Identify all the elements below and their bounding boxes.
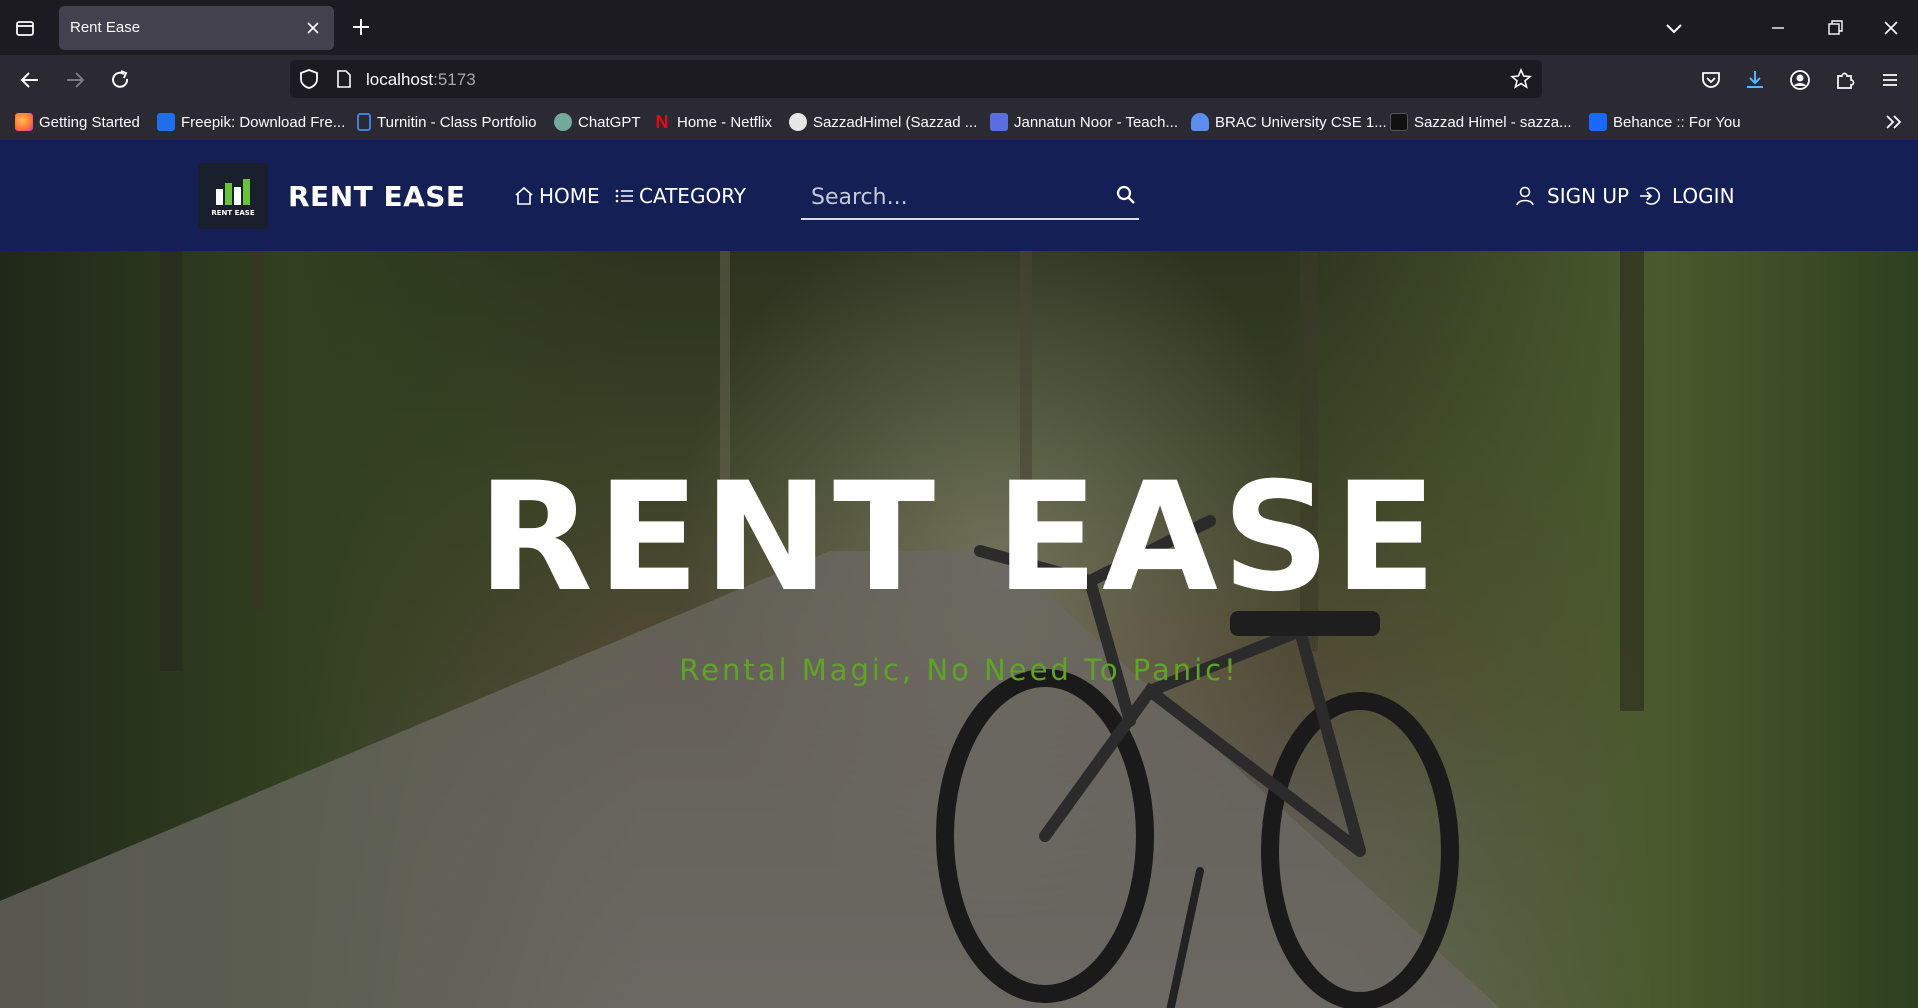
bookmark-behance[interactable]: Behance :: For You [1589, 112, 1741, 132]
bookmark-label: Home - Netflix [677, 113, 773, 131]
bookmark-label: Sazzad Himel - sazza... [1414, 113, 1572, 131]
bookmark-jannatun-noor[interactable]: Jannatun Noor - Teach... [990, 112, 1178, 132]
account-icon[interactable] [1787, 67, 1813, 93]
minimize-icon[interactable] [1764, 14, 1792, 42]
hero-background-image [0, 251, 1644, 1008]
bookmark-label: Turnitin - Class Portfolio [377, 113, 537, 131]
forward-arrow-icon[interactable] [62, 67, 88, 93]
hero-title: RENT EASE [477, 451, 1441, 625]
nav-category-link[interactable]: CATEGORY [613, 184, 746, 208]
bookmark-label: ChatGPT [578, 113, 641, 131]
search-icon[interactable] [1115, 184, 1137, 206]
bookmark-netflix[interactable]: N Home - Netflix [653, 112, 773, 132]
bookmark-label: Jannatun Noor - Teach... [1014, 113, 1178, 131]
url-text[interactable]: localhost:5173 [366, 70, 476, 90]
page-icon[interactable] [334, 69, 354, 89]
address-bar[interactable]: localhost:5173 [290, 60, 1542, 98]
site-header: RENT EASE RENT EASE HOME CATEGORY Search… [0, 140, 1918, 251]
site-logo[interactable]: RENT EASE [198, 163, 268, 229]
reload-icon[interactable] [107, 67, 133, 93]
login-link[interactable]: LOGIN [1638, 184, 1735, 208]
list-icon [615, 189, 633, 203]
web-page: RENT EASE RENT EASE HOME CATEGORY Search… [0, 140, 1918, 1008]
brand-name[interactable]: RENT EASE [288, 180, 466, 213]
user-icon [1516, 186, 1534, 206]
login-icon [1640, 187, 1660, 205]
bookmark-label: BRAC University CSE 1... [1215, 113, 1387, 131]
logo-text: RENT EASE [211, 209, 255, 217]
bookmark-turnitin[interactable]: Turnitin - Class Portfolio [357, 112, 537, 132]
restore-icon[interactable] [1821, 14, 1849, 42]
logo-buildings-icon [216, 179, 250, 205]
netflix-icon: N [655, 112, 669, 132]
bookmark-star-icon[interactable] [1510, 68, 1532, 90]
bookmark-label: Getting Started [39, 113, 140, 131]
browser-tab-bar: Rent Ease [0, 0, 1918, 55]
behance-icon [1589, 113, 1607, 131]
bookmark-brac-university[interactable]: BRAC University CSE 1... [1191, 112, 1387, 132]
chatgpt-icon [554, 113, 572, 131]
tab-list-icon[interactable] [14, 17, 36, 39]
bookmarks-toolbar: Getting Started Freepik: Download Fre...… [0, 103, 1918, 140]
close-icon[interactable] [304, 19, 322, 37]
hamburger-menu-icon[interactable] [1877, 67, 1903, 93]
bookmark-github[interactable]: SazzadHimel (Sazzad ... [789, 112, 977, 132]
more-bookmarks-chevron-icon[interactable] [1884, 113, 1904, 131]
nav-home-label: HOME [539, 184, 600, 208]
login-label: LOGIN [1672, 184, 1735, 208]
bookmark-label: Behance :: For You [1613, 113, 1741, 131]
shield-icon[interactable] [298, 68, 320, 90]
search-box [801, 176, 1139, 220]
home-icon [515, 186, 533, 205]
url-port: :5173 [433, 70, 476, 89]
browser-toolbar: localhost:5173 [0, 55, 1918, 103]
nav-home-link[interactable]: HOME [513, 184, 600, 208]
tab-title: Rent Ease [70, 19, 141, 36]
back-arrow-icon[interactable] [17, 67, 43, 93]
github-icon [789, 113, 807, 131]
nav-category-label: CATEGORY [639, 184, 747, 208]
hero-section: RENT EASE Rental Magic, No Need To Panic… [0, 251, 1918, 1008]
bookmark-medium[interactable]: Sazzad Himel - sazza... [1390, 112, 1572, 132]
bookmark-label: SazzadHimel (Sazzad ... [813, 113, 978, 131]
browser-tab-active[interactable]: Rent Ease [59, 6, 334, 50]
bookmark-chatgpt[interactable]: ChatGPT [554, 112, 641, 132]
download-icon[interactable] [1742, 67, 1768, 93]
signup-label: SIGN UP [1547, 184, 1630, 208]
url-host: localhost [366, 70, 434, 89]
window-close-icon[interactable] [1877, 14, 1905, 42]
extensions-icon[interactable] [1832, 67, 1858, 93]
list-all-tabs-chevron-icon[interactable] [1660, 14, 1688, 42]
search-input[interactable] [811, 180, 1101, 214]
calendar-icon [990, 113, 1008, 131]
group-icon [1191, 113, 1209, 131]
turnitin-icon [357, 113, 371, 131]
bookmark-getting-started[interactable]: Getting Started [15, 112, 140, 132]
pocket-icon[interactable] [1698, 67, 1724, 93]
hero-tagline: Rental Magic, No Need To Panic! [679, 653, 1239, 687]
bookmark-label: Freepik: Download Fre... [181, 113, 346, 131]
bookmark-freepik[interactable]: Freepik: Download Fre... [157, 112, 345, 132]
signup-link[interactable]: SIGN UP [1515, 184, 1629, 208]
freepik-icon [157, 113, 175, 131]
firefox-icon [15, 113, 33, 131]
new-tab-plus-icon[interactable] [350, 16, 372, 38]
medium-icon [1390, 113, 1408, 131]
